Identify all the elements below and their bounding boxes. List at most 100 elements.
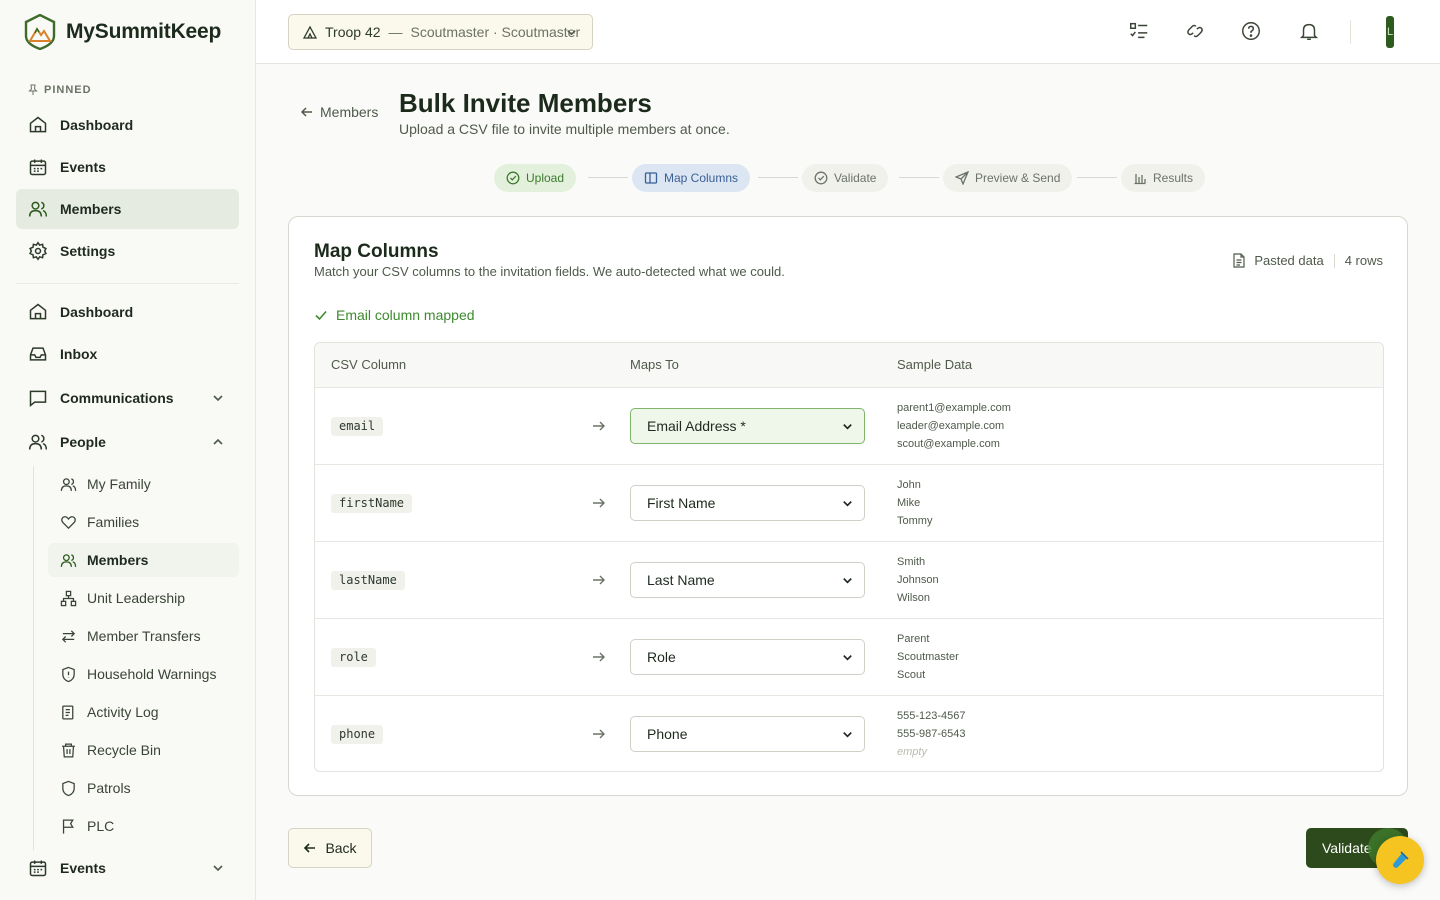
sidebar-item-household-warnings[interactable]: Household Warnings (48, 657, 239, 691)
chevron-down-icon (843, 501, 852, 507)
sidebar-item-people[interactable]: People (16, 422, 239, 462)
maps-to-select[interactable]: Phone (630, 716, 865, 752)
table-header: CSV Column Maps To Sample Data (315, 343, 1383, 387)
users-icon (60, 553, 77, 567)
sidebar-item-my-family[interactable]: My Family (48, 467, 239, 501)
help-circle-icon[interactable] (1240, 20, 1262, 42)
sidebar-item-events[interactable]: Events (16, 848, 239, 888)
topbar-divider (1350, 20, 1351, 44)
step-connector (899, 177, 939, 178)
csv-column-name: role (331, 648, 376, 667)
back-to-members-link[interactable]: Members (300, 104, 378, 120)
maps-to-select[interactable]: Last Name (630, 562, 865, 598)
pinned-item-members[interactable]: Members (16, 189, 239, 229)
troop-name: Troop 42 (325, 24, 381, 40)
row-count: 4 rows (1344, 253, 1383, 268)
troop-role: Scoutmaster · Scoutmaster (410, 24, 581, 40)
troop-separator: — (388, 24, 403, 40)
check-icon (315, 310, 327, 321)
step-map-columns[interactable]: Map Columns (632, 164, 751, 192)
sidebar-item-plc[interactable]: PLC (48, 809, 239, 843)
sidebar-item-patrols[interactable]: Patrols (48, 771, 239, 805)
step-results[interactable]: Results (1121, 164, 1206, 192)
back-button[interactable]: Back (288, 828, 372, 868)
send-icon (955, 171, 969, 185)
sidebar-item-activity-log[interactable]: Activity Log (48, 695, 239, 729)
shield-icon (62, 780, 75, 796)
csv-column-name: phone (331, 725, 384, 744)
step-preview-send[interactable]: Preview & Send (943, 164, 1073, 192)
chevron-down-icon (567, 30, 576, 36)
sidebar-divider (16, 283, 239, 284)
users-icon (60, 477, 77, 491)
chevron-down-icon[interactable] (211, 391, 225, 405)
meta-separator (1333, 253, 1335, 268)
checklist-icon[interactable] (1128, 20, 1150, 42)
card-title: Map Columns (314, 241, 439, 262)
arrow-left-icon (300, 107, 312, 117)
maps-to-select[interactable]: Role (630, 639, 865, 675)
test-tube-icon (1393, 851, 1409, 868)
pinned-item-dashboard[interactable]: Dashboard (16, 105, 239, 145)
mountain-logo-icon (24, 14, 56, 50)
step-connector (758, 177, 798, 178)
sidebar-item-members[interactable]: Members (48, 543, 239, 577)
bell-icon[interactable] (1298, 20, 1320, 42)
table-row: role Role Parent Scoutmaster Scout (315, 618, 1383, 695)
maps-to-select[interactable]: First Name (630, 485, 865, 521)
avatar[interactable]: L (1386, 16, 1394, 48)
mapping-status: Email column mapped (314, 307, 475, 323)
sidebar-item-recycle-bin[interactable]: Recycle Bin (48, 733, 239, 767)
step-connector (588, 177, 628, 178)
transfer-icon (61, 629, 76, 643)
gear-icon (29, 241, 47, 261)
page-title: Bulk Invite Members (399, 88, 652, 118)
check-circle-icon (814, 171, 828, 185)
home-icon (29, 116, 47, 133)
heart-icon (61, 515, 76, 529)
table-row: lastName Last Name Smith Johnson Wilson (315, 541, 1383, 618)
check-circle-icon (506, 171, 520, 185)
pinned-item-settings[interactable]: Settings (16, 231, 239, 271)
chevron-down-icon[interactable] (211, 861, 225, 875)
org-chart-icon (60, 590, 77, 606)
header-maps-to: Maps To (630, 357, 679, 372)
arrow-right-icon (593, 498, 605, 508)
dev-tools-fab[interactable] (1376, 836, 1424, 884)
inbox-icon (29, 347, 47, 361)
sample-data: parent1@example.com leader@example.com s… (897, 402, 1011, 450)
table-row: email Email Address * parent1@example.co… (315, 387, 1383, 464)
home-icon (29, 303, 47, 320)
step-validate[interactable]: Validate (802, 164, 889, 192)
chevron-up-icon[interactable] (211, 435, 225, 449)
app-logo[interactable]: MySummitKeep (24, 14, 221, 50)
arrow-right-icon (593, 729, 605, 739)
sidebar-item-communications[interactable]: Communications (16, 378, 239, 418)
submenu-guide-line (33, 466, 34, 850)
shield-alert-icon (62, 666, 75, 682)
pinned-item-events[interactable]: Events (16, 147, 239, 187)
sample-data: Smith Johnson Wilson (897, 556, 939, 604)
users-icon (28, 434, 48, 450)
sidebar-item-member-transfers[interactable]: Member Transfers (48, 619, 239, 653)
columns-icon (644, 172, 658, 184)
sidebar-item-inbox[interactable]: Inbox (16, 334, 239, 374)
page-subtitle: Upload a CSV file to invite multiple mem… (399, 121, 730, 137)
message-square-icon (29, 390, 47, 408)
step-connector (1077, 177, 1117, 178)
step-upload[interactable]: Upload (494, 164, 577, 192)
sidebar-item-unit-leadership[interactable]: Unit Leadership (48, 581, 239, 615)
sidebar-item-families[interactable]: Families (48, 505, 239, 539)
header-sample-data: Sample Data (897, 357, 973, 372)
table-row: phone Phone 555-123-4567 555-987-6543 em… (315, 695, 1383, 771)
flag-icon (62, 818, 74, 834)
calendar-icon (29, 159, 47, 176)
troop-selector[interactable]: Troop 42 — Scoutmaster · Scoutmaster (288, 14, 593, 50)
bar-chart-icon (1134, 174, 1146, 185)
sidebar-item-dashboard[interactable]: Dashboard (16, 292, 239, 332)
maps-to-select[interactable]: Email Address * (630, 408, 865, 444)
file-text-icon (1233, 253, 1245, 268)
csv-column-name: firstName (331, 494, 413, 513)
link-icon[interactable] (1184, 20, 1206, 42)
chevron-down-icon (843, 424, 852, 430)
